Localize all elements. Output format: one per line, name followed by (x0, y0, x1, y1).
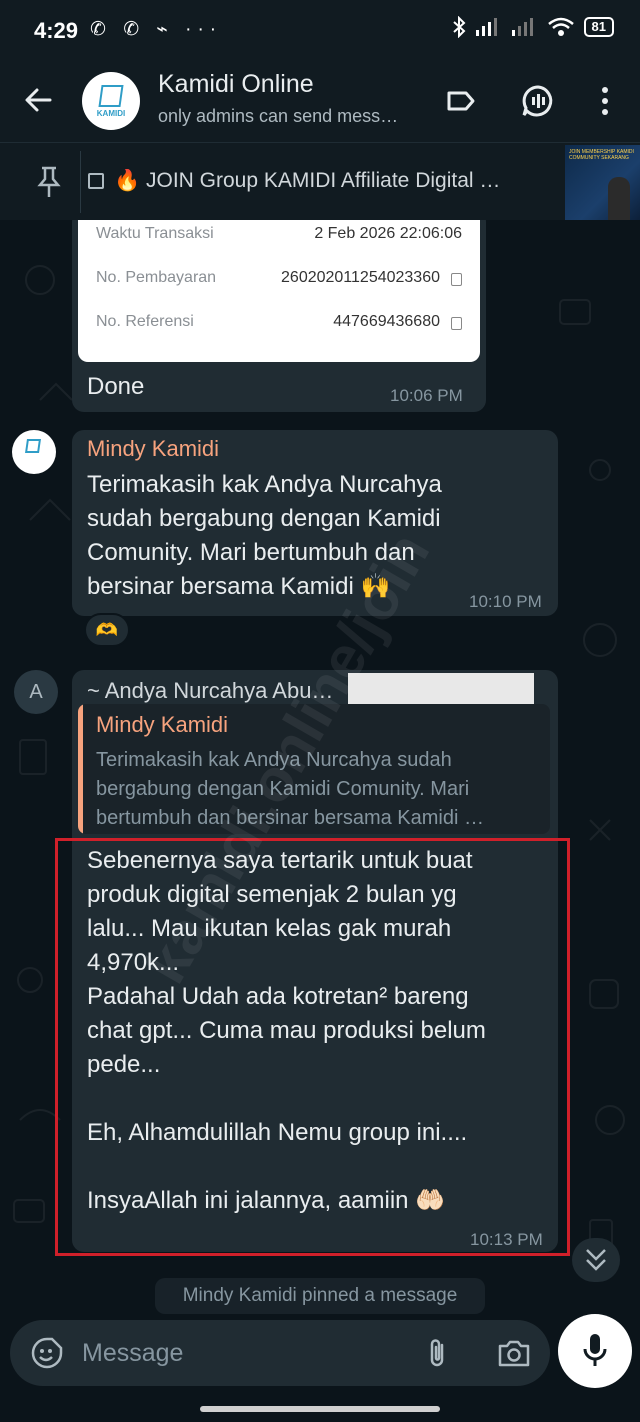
status-time: 4:29 (34, 18, 79, 43)
receipt-row: No. Referensi 447669436680 (96, 313, 462, 335)
chat-area[interactable]: Waktu Transaksi 2 Feb 2026 22:06:06 No. … (0, 220, 640, 1320)
emoji-icon[interactable] (30, 1336, 64, 1370)
thumb-person (608, 177, 630, 221)
receipt-label: Waktu Transaksi (96, 225, 214, 242)
group-subtitle: only admins can send mess… (158, 106, 399, 126)
sender-avatar[interactable]: A (14, 670, 58, 714)
status-bar: 4:29 ✆ ✆ ⌁ ··· 81 (0, 0, 640, 62)
scroll-to-bottom-button[interactable] (572, 1238, 620, 1282)
highlight-annotation-box (55, 838, 570, 1256)
signal-icon (475, 18, 497, 36)
receipt-row: Waktu Transaksi 2 Feb 2026 22:06:06 (96, 225, 462, 247)
message-line: Terimakasih kak Andya Nurcahya (87, 471, 442, 498)
message-input[interactable] (82, 1334, 392, 1372)
quote-line: bergabung dengan Kamidi Comunity. Mari (96, 778, 470, 800)
reaction-badge[interactable]: 🫶 (84, 613, 130, 647)
receipt-image[interactable]: Waktu Transaksi 2 Feb 2026 22:06:06 No. … (78, 220, 480, 362)
chat-header: KAMIDI Kamidi Online only admins can sen… (0, 62, 640, 142)
thumb-text: JOIN MEMBERSHIP KAMIDI COMMUNITY SEKARAN… (569, 149, 634, 161)
voice-record-button[interactable] (558, 1314, 632, 1388)
quote-sender: Mindy Kamidi (96, 712, 229, 737)
camera-icon[interactable] (496, 1336, 532, 1370)
message-time: 10:10 PM (469, 592, 542, 611)
avatar-logo-text: KAMIDI (96, 108, 126, 118)
battery-indicator: 81 (583, 17, 614, 37)
group-title[interactable]: Kamidi Online (158, 70, 314, 99)
image-icon (88, 173, 104, 189)
microphone-icon (583, 1334, 607, 1366)
receipt-row: No. Pembayaran 260202011254023360 (96, 269, 462, 291)
pinned-text: 🔥 JOIN Group KAMIDI Affiliate Digital … (114, 169, 501, 192)
quote-bar (78, 704, 83, 834)
pin-divider (80, 151, 81, 213)
receipt-label: No. Referensi (96, 313, 194, 330)
receipt-value: 447669436680 (333, 313, 440, 330)
copy-icon (451, 273, 462, 286)
message-time: 10:06 PM (390, 386, 463, 405)
wifi-icon (547, 17, 574, 36)
back-arrow-icon[interactable] (20, 82, 56, 118)
message-input-box[interactable] (10, 1320, 550, 1386)
home-indicator[interactable] (200, 1406, 440, 1412)
notification-icons: ✆ ✆ ⌁ ··· (90, 19, 223, 40)
composer-bar (0, 1314, 640, 1422)
pinned-message-bar[interactable]: 🔥 JOIN Group KAMIDI Affiliate Digital … … (0, 142, 640, 221)
message-text: Done (87, 373, 145, 400)
paperclip-icon[interactable] (420, 1336, 454, 1370)
kamidi-logo-icon (98, 84, 124, 107)
double-chevron-down-icon (586, 1249, 606, 1271)
sender-avatar[interactable] (12, 430, 56, 474)
pin-icon (37, 166, 61, 197)
more-options-icon[interactable] (588, 84, 622, 118)
system-icons: 81 (452, 16, 614, 38)
receipt-value: 2 Feb 2026 22:06:06 (314, 225, 462, 242)
group-avatar[interactable]: KAMIDI (82, 72, 140, 130)
bluetooth-icon (452, 16, 465, 38)
receipt-value: 260202011254023360 (281, 269, 440, 286)
redacted-block (348, 673, 534, 705)
pinned-thumbnail[interactable]: JOIN MEMBERSHIP KAMIDI COMMUNITY SEKARAN… (565, 145, 640, 221)
sender-name[interactable]: Mindy Kamidi (87, 436, 219, 462)
system-message: Mindy Kamidi pinned a message (155, 1278, 485, 1314)
receipt-label: No. Pembayaran (96, 269, 217, 286)
voice-chat-icon[interactable] (521, 84, 555, 118)
signal-2-icon (511, 18, 533, 36)
label-tag-icon[interactable] (444, 84, 478, 118)
copy-icon (451, 317, 462, 330)
quote-line: bertumbuh dan bersinar bersama Kamidi … (96, 807, 484, 829)
kamidi-logo-icon (25, 439, 41, 453)
